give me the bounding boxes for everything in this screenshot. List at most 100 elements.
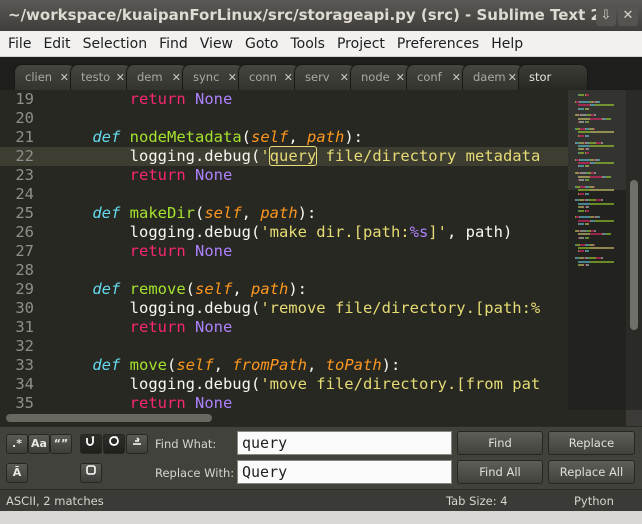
- regex-toggle[interactable]: .*: [6, 434, 28, 454]
- minimap-stroke: [576, 216, 579, 219]
- code-line[interactable]: 33 def move(self, fromPath, toPath):: [0, 356, 570, 375]
- code-line[interactable]: 35 return None: [0, 394, 570, 410]
- minimap-stroke: [579, 209, 585, 212]
- menu-selection[interactable]: Selection: [77, 31, 154, 57]
- replace-input[interactable]: Query: [237, 460, 452, 484]
- minimap-stroke: [576, 100, 579, 103]
- minimap-stroke: [578, 175, 590, 178]
- code-line[interactable]: 31 return None: [0, 318, 570, 337]
- code-line[interactable]: 23 return None: [0, 166, 570, 185]
- close-icon[interactable]: ✕: [172, 65, 181, 90]
- code-line[interactable]: 30 logging.debug('remove file/directory.…: [0, 299, 570, 318]
- code-line[interactable]: 22 logging.debug('query file/directory m…: [0, 146, 570, 166]
- minimap-stroke: [595, 219, 614, 222]
- line-number: 28: [15, 261, 34, 279]
- in-selection-icon: [108, 436, 120, 450]
- code-line[interactable]: 24: [0, 185, 570, 204]
- menu-goto[interactable]: Goto: [239, 31, 284, 57]
- case-sensitive-toggle[interactable]: Aa: [28, 434, 50, 454]
- tab-conf[interactable]: conf ✕: [406, 64, 468, 90]
- in-selection-toggle[interactable]: [103, 434, 125, 454]
- preserve-case-toggle[interactable]: Ā: [6, 463, 28, 483]
- horizontal-scrollbar[interactable]: [0, 410, 626, 426]
- minimap[interactable]: [568, 90, 626, 410]
- replace-button[interactable]: Replace: [548, 431, 635, 455]
- minimap-stroke: [590, 104, 595, 107]
- minimap-stroke: [595, 162, 614, 164]
- code-line[interactable]: 25 def makeDir(self, path):: [0, 204, 570, 223]
- whole-word-toggle[interactable]: “”: [50, 434, 72, 454]
- tab-bar: clien ✕ testo ✕ dem ✕ sync ✕ conn ✕ serv ✕ nod…: [0, 57, 642, 90]
- wrap-icon: [85, 436, 97, 450]
- close-icon[interactable]: ✕: [452, 65, 461, 90]
- code-line[interactable]: 26 logging.debug('make dir.[path:%s]', p…: [0, 223, 570, 242]
- menu-file[interactable]: File: [2, 31, 37, 57]
- replace-all-button[interactable]: Replace All: [548, 460, 635, 484]
- minimize-button[interactable]: ⇩: [596, 5, 616, 26]
- line-code: def remove(self, path):: [92, 280, 308, 298]
- tab-label: dem: [137, 70, 163, 84]
- minimap-stroke: [576, 158, 579, 161]
- menu-view[interactable]: View: [194, 31, 239, 57]
- code-line[interactable]: 29 def remove(self, path):: [0, 280, 570, 299]
- minimap-stroke: [595, 104, 614, 107]
- close-button[interactable]: ✕: [618, 5, 638, 26]
- code-line[interactable]: 27 return None: [0, 242, 570, 261]
- tab-sync[interactable]: sync ✕: [182, 64, 244, 90]
- vertical-scrollbar[interactable]: [626, 90, 642, 410]
- minimap-stroke: [589, 131, 614, 134]
- tab-node[interactable]: node ✕: [350, 64, 412, 90]
- line-number: 35: [15, 394, 34, 410]
- tab-testo[interactable]: testo ✕: [70, 64, 132, 90]
- tab-dem[interactable]: dem ✕: [126, 64, 188, 90]
- minimap-stroke: [576, 243, 579, 246]
- tab-storageapi[interactable]: stor: [518, 64, 588, 90]
- close-icon[interactable]: ✕: [284, 65, 293, 90]
- code-line[interactable]: 20: [0, 109, 570, 128]
- minimap-stroke: [598, 216, 600, 219]
- close-icon[interactable]: ✕: [340, 65, 349, 90]
- tab-size-selector[interactable]: Tab Size: 4: [446, 490, 508, 512]
- menu-find[interactable]: Find: [153, 31, 194, 57]
- find-input[interactable]: query: [237, 431, 452, 455]
- close-icon[interactable]: ✕: [508, 65, 517, 90]
- close-icon[interactable]: ✕: [396, 65, 405, 90]
- menu-tools[interactable]: Tools: [284, 31, 331, 57]
- tab-serv[interactable]: serv ✕: [294, 64, 356, 90]
- square-icon: [85, 465, 97, 479]
- minimap-stroke: [578, 202, 590, 205]
- find-all-button[interactable]: Find All: [457, 460, 543, 484]
- close-icon[interactable]: ✕: [116, 65, 125, 90]
- minimap-stroke: [589, 202, 614, 205]
- code-line[interactable]: 28: [0, 261, 570, 280]
- menu-preferences[interactable]: Preferences: [391, 31, 485, 57]
- vertical-scroll-thumb[interactable]: [630, 180, 638, 330]
- minimap-stroke: [586, 148, 590, 151]
- code-editor[interactable]: 19 return None 20 21 def nodeMetadata(self…: [0, 90, 626, 410]
- close-icon[interactable]: ✕: [228, 65, 237, 90]
- code-line[interactable]: 32: [0, 337, 570, 356]
- tab-conn[interactable]: conn ✕: [238, 64, 300, 90]
- minimap-stroke: [589, 117, 603, 120]
- minimap-stroke: [605, 117, 612, 120]
- find-button[interactable]: Find: [457, 431, 543, 455]
- minimap-stroke: [578, 145, 590, 147]
- highlight-matches-toggle[interactable]: [126, 434, 148, 454]
- menu-edit[interactable]: Edit: [37, 31, 76, 57]
- tab-client[interactable]: clien ✕: [14, 64, 76, 90]
- menu-project[interactable]: Project: [331, 31, 391, 57]
- tab-daem[interactable]: daem ✕: [462, 64, 524, 90]
- wrap-toggle[interactable]: [80, 434, 102, 454]
- horizontal-scroll-thumb[interactable]: [6, 414, 212, 422]
- extra-option-toggle[interactable]: [80, 463, 102, 483]
- code-line[interactable]: 21 def nodeMetadata(self, path):: [0, 128, 570, 147]
- minimap-stroke: [589, 175, 603, 178]
- syntax-selector[interactable]: Python: [574, 490, 614, 512]
- minimap-stroke: [589, 233, 603, 236]
- menu-help[interactable]: Help: [485, 31, 529, 57]
- minimap-stroke: [579, 264, 585, 266]
- code-line[interactable]: 19 return None: [0, 90, 570, 109]
- close-icon[interactable]: ✕: [60, 65, 69, 90]
- code-line[interactable]: 34 logging.debug('move file/directory.[f…: [0, 375, 570, 394]
- minimap-stroke: [578, 260, 590, 263]
